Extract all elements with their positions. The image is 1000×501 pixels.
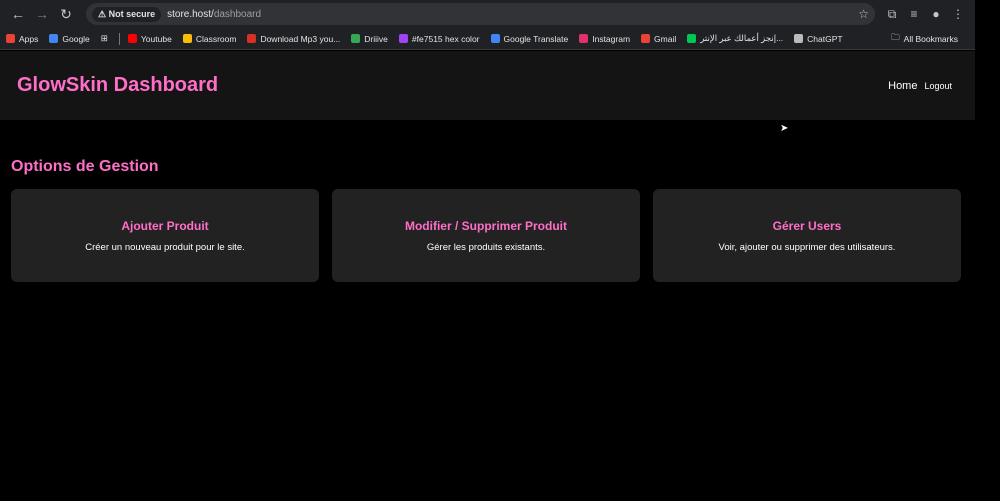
- back-icon[interactable]: ←: [6, 6, 30, 22]
- extensions-icon[interactable]: ⧉: [881, 7, 903, 22]
- bookmark-favicon-icon: [490, 34, 500, 43]
- reload-icon[interactable]: ↻: [54, 6, 78, 23]
- site-title: GlowSkin Dashboard: [17, 74, 219, 96]
- card-description: Créer un nouveau produit pour le site.: [85, 241, 245, 253]
- bookmark-item[interactable]: Google: [49, 33, 90, 44]
- bookmarks-bar: Apps Google ⊞ Youtube Classroom Download Mp3 …: [0, 28, 975, 50]
- bookmark-favicon-icon: [794, 34, 804, 43]
- bookmark-item[interactable]: Youtube: [127, 33, 172, 44]
- bookmark-favicon-icon: [49, 34, 59, 43]
- bookmark-item[interactable]: Apps: [6, 34, 38, 44]
- bookmark-item[interactable]: Driiive: [351, 34, 388, 44]
- bookmark-favicon-icon: [579, 34, 589, 43]
- header-nav: Home Logout: [888, 80, 952, 92]
- bookmark-label: ChatGPT: [807, 33, 843, 44]
- url-text[interactable]: store.host/dashboard: [167, 9, 261, 20]
- bookmark-label: #fe7515 hex color: [411, 33, 480, 44]
- address-bar[interactable]: ⚠ Not secure store.host/dashboard ☆: [86, 3, 875, 25]
- card-title: Gérer Users: [772, 218, 842, 233]
- options-cards: Ajouter Produit Créer un nouveau produit …: [11, 189, 975, 282]
- bookmark-star-icon[interactable]: ☆: [858, 7, 869, 21]
- apps-grid-icon[interactable]: ⊞: [101, 33, 108, 44]
- bookmark-favicon-icon: [6, 34, 15, 43]
- bookmark-item[interactable]: Download Mp3 you...: [247, 34, 340, 44]
- bookmark-item[interactable]: Google Translate: [490, 33, 569, 44]
- all-bookmarks-label: All Bookmarks: [903, 33, 958, 44]
- bookmark-item[interactable]: إنجز أعمالك عبر الإنتر...: [687, 33, 783, 44]
- folder-icon: 🗀: [891, 31, 900, 42]
- home-link[interactable]: Home: [888, 80, 917, 92]
- logout-link[interactable]: Logout: [924, 81, 952, 91]
- card-description: Gérer les produits existants.: [426, 241, 546, 253]
- site-header: GlowSkin Dashboard Home Logout: [0, 51, 975, 120]
- card-title: Modifier / Supprimer Produit: [404, 218, 567, 233]
- not-secure-badge[interactable]: ⚠ Not secure: [92, 6, 162, 22]
- menu-icon[interactable]: ⋮: [947, 7, 969, 21]
- forward-icon[interactable]: →: [30, 6, 54, 22]
- bookmark-favicon-icon: [398, 34, 408, 43]
- bookmark-item[interactable]: Instagram: [579, 34, 630, 44]
- browser-toolbar: ← → ↻ ⚠ Not secure store.host/dashboard …: [0, 0, 975, 28]
- bookmark-item[interactable]: #fe7515 hex color: [398, 33, 480, 44]
- bookmark-label: Apps: [19, 33, 39, 44]
- bookmark-label: Gmail: [654, 33, 677, 44]
- bookmark-favicon-icon: [641, 34, 651, 43]
- media-icon[interactable]: ≡: [903, 7, 925, 21]
- bookmark-favicon-icon: [687, 34, 697, 43]
- bookmark-favicon-icon: [247, 34, 257, 43]
- bookmark-item[interactable]: Classroom: [182, 33, 237, 44]
- bookmark-label: Youtube: [140, 33, 172, 44]
- bookmark-label: Download Mp3 you...: [260, 33, 341, 44]
- bookmark-favicon-icon: [351, 34, 361, 43]
- bookmark-label: Google Translate: [503, 33, 569, 44]
- card-add-product[interactable]: Ajouter Produit Créer un nouveau produit …: [11, 189, 319, 282]
- profile-avatar[interactable]: ●: [925, 7, 947, 21]
- bookmark-favicon-icon: [182, 34, 192, 43]
- card-manage-users[interactable]: Gérer Users Voir, ajouter ou supprimer de…: [653, 189, 961, 282]
- card-edit-delete-product[interactable]: Modifier / Supprimer Produit Gérer les pr…: [332, 189, 640, 282]
- bookmark-favicon-icon: [127, 34, 137, 43]
- card-title: Ajouter Produit: [121, 218, 209, 233]
- bookmark-label: Classroom: [195, 33, 237, 44]
- browser-window: ← → ↻ ⚠ Not secure store.host/dashboard …: [0, 0, 975, 501]
- bookmark-item[interactable]: ChatGPT: [794, 33, 843, 44]
- all-bookmarks-button[interactable]: 🗀 All Bookmarks: [891, 32, 958, 46]
- bookmark-label: Instagram: [592, 33, 631, 44]
- card-description: Voir, ajouter ou supprimer des utilisate…: [718, 241, 896, 253]
- bookmark-label: إنجز أعمالك عبر الإنتر...: [700, 33, 784, 43]
- bookmark-label: Driiive: [364, 33, 388, 44]
- section-title: Options de Gestion: [11, 158, 159, 175]
- bookmark-item[interactable]: Gmail: [641, 34, 676, 44]
- bookmark-label: Google: [62, 33, 90, 44]
- mouse-cursor-icon: ➤: [780, 123, 789, 134]
- divider: [118, 32, 120, 45]
